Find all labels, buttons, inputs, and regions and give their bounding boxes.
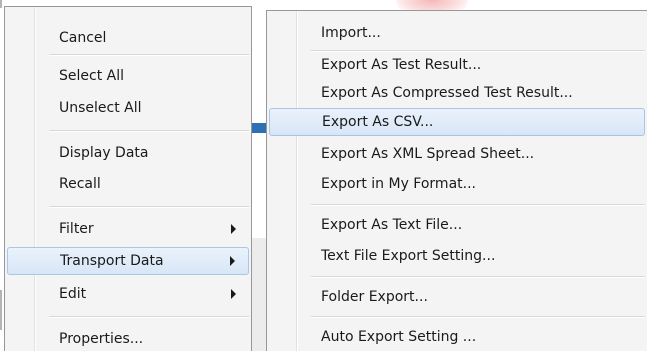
context-menu: Cancel Select All Unselect All Display D… [4, 6, 252, 351]
menu-separator [49, 54, 249, 56]
menu-item-label: Filter [59, 221, 94, 237]
submenu-arrow-icon [231, 289, 236, 299]
menu-item-export-my-format[interactable]: Export in My Format... [269, 170, 645, 198]
menu-item-label: Export in My Format... [321, 176, 476, 192]
menu-separator [311, 204, 645, 206]
menu-item-export-xml-spreadsheet[interactable]: Export As XML Spread Sheet... [269, 140, 645, 168]
menu-item-label: Transport Data [60, 253, 164, 269]
menu-item-label: Export As Test Result... [321, 57, 482, 73]
menu-item-label: Export As Compressed Test Result... [321, 85, 573, 101]
menu-item-label: Export As XML Spread Sheet... [321, 146, 535, 162]
menu-item-label: Import... [321, 25, 381, 41]
menu-item-label: Auto Export Setting ... [321, 329, 477, 345]
menu-item-label: Display Data [59, 145, 149, 161]
menu-separator [311, 276, 645, 278]
background-window-fragment [252, 238, 266, 351]
window-edge-fragment [0, 0, 2, 8]
menu-item-label: Folder Export... [321, 289, 428, 305]
menu-item-transport-data[interactable]: Transport Data [7, 247, 249, 275]
menu-item-auto-export-setting[interactable]: Auto Export Setting ... [269, 323, 645, 351]
menu-separator [311, 316, 645, 318]
menu-item-label: Recall [59, 176, 101, 192]
menu-item-import[interactable]: Import... [269, 19, 645, 47]
window-edge-fragment [0, 290, 2, 330]
transport-data-submenu: Import... Export As Test Result... Expor… [266, 10, 647, 351]
menu-separator [49, 130, 249, 132]
menu-item-edit[interactable]: Edit [7, 280, 249, 308]
menu-item-label: Text File Export Setting... [321, 248, 496, 264]
menu-item-recall[interactable]: Recall [7, 170, 249, 198]
menu-item-label: Properties... [59, 331, 144, 347]
menu-item-label: Edit [59, 286, 87, 302]
menu-item-folder-export[interactable]: Folder Export... [269, 283, 645, 311]
submenu-arrow-icon [230, 256, 235, 266]
menu-item-unselect-all[interactable]: Unselect All [7, 94, 249, 122]
menu-item-label: Export As Text File... [321, 217, 463, 233]
menu-item-display-data[interactable]: Display Data [7, 139, 249, 167]
menu-item-export-text-file[interactable]: Export As Text File... [269, 211, 645, 239]
submenu-arrow-icon [231, 224, 236, 234]
menu-item-select-all[interactable]: Select All [7, 62, 249, 90]
background-accent-fragment [252, 123, 266, 133]
menu-separator [49, 206, 249, 208]
menu-separator [49, 316, 249, 318]
menu-item-export-csv[interactable]: Export As CSV... [269, 108, 645, 136]
menu-item-label: Select All [59, 68, 124, 84]
menu-item-cancel[interactable]: Cancel [7, 24, 249, 52]
menu-item-filter[interactable]: Filter [7, 215, 249, 243]
menu-item-label: Cancel [59, 30, 107, 46]
menu-item-properties[interactable]: Properties... [7, 325, 249, 353]
menu-item-label: Unselect All [59, 100, 142, 116]
menu-item-export-test-result[interactable]: Export As Test Result... [269, 51, 645, 79]
menu-item-export-compressed-test-result[interactable]: Export As Compressed Test Result... [269, 79, 645, 107]
menu-item-label: Export As CSV... [322, 114, 434, 130]
menu-item-text-file-export-setting[interactable]: Text File Export Setting... [269, 242, 645, 270]
